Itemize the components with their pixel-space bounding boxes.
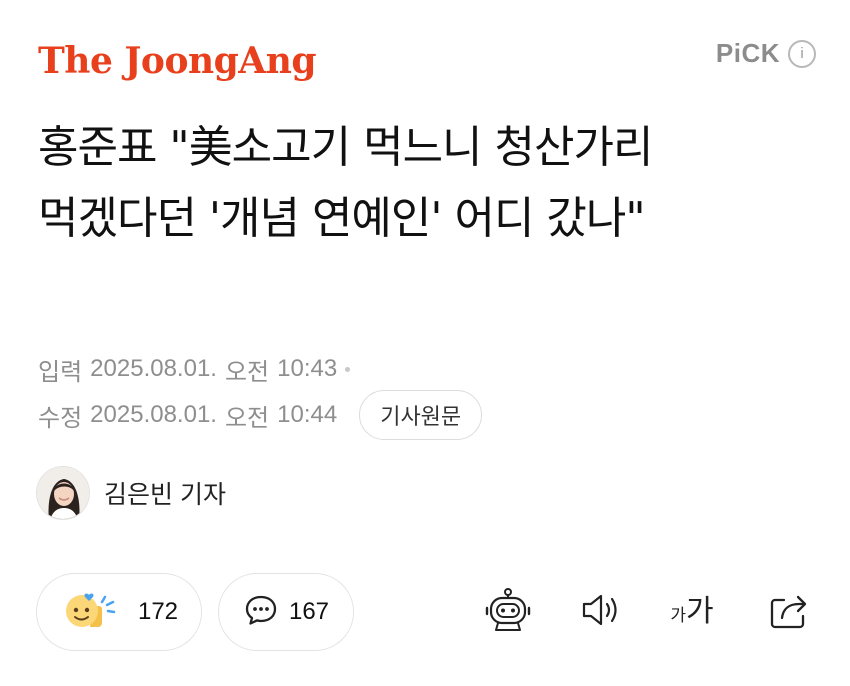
font-size-big-label: 가 — [686, 595, 714, 628]
reporter-name: 김은빈 기자 — [104, 481, 226, 509]
font-size-icon: 가가 — [670, 597, 713, 627]
avatar-image — [37, 467, 89, 519]
info-glyph: i — [800, 45, 804, 62]
input-date: 2025.08.01. — [90, 355, 217, 382]
joongang-logo[interactable]: The JoongAng — [38, 36, 317, 86]
input-ampm: 오전 — [224, 358, 270, 386]
comment-button[interactable]: 167 — [218, 573, 354, 651]
reporter-byline[interactable]: 김은빈 기자 — [36, 466, 226, 520]
comment-bubble-icon — [243, 592, 279, 632]
comment-count: 167 — [288, 598, 330, 625]
modified-date: 2025.08.01. — [90, 401, 217, 428]
speaker-icon — [579, 590, 623, 634]
article-title: 홍준표 "美소고기 먹느니 청산가리 먹겠다던 '개념 연예인' 어디 갔나" — [38, 122, 653, 244]
original-article-label: 기사원문 — [380, 404, 462, 429]
share-button[interactable] — [765, 588, 813, 636]
pick-badge[interactable]: PiCK i — [716, 38, 816, 69]
input-time: 10:43 — [277, 355, 338, 382]
modified-date-row: 수정 2025.08.01. 오전 10:44 기사원문 — [38, 390, 483, 440]
share-icon — [767, 588, 811, 636]
emoji-reaction-icon — [60, 589, 128, 635]
info-icon[interactable]: i — [788, 39, 816, 68]
modified-label: 수정 — [38, 404, 83, 432]
pick-label: PiCK — [715, 38, 780, 68]
robot-icon — [485, 587, 531, 637]
input-date-row: 입력 2025.08.01. 오전 10:43 — [38, 353, 351, 386]
font-size-small-label: 가 — [670, 606, 687, 625]
modified-time: 10:44 — [277, 401, 338, 428]
listen-button[interactable] — [577, 588, 625, 636]
separator-dot — [345, 366, 351, 372]
logo-text: The JoongAng — [38, 40, 317, 82]
modified-ampm: 오전 — [224, 404, 270, 432]
reaction-count: 172 — [137, 598, 179, 625]
original-article-button[interactable]: 기사원문 — [359, 390, 483, 440]
reaction-button[interactable]: 172 — [36, 573, 202, 651]
font-size-button[interactable]: 가가 — [664, 588, 720, 636]
reporter-avatar[interactable] — [36, 466, 90, 520]
ai-summary-button[interactable] — [484, 588, 532, 636]
input-label: 입력 — [38, 358, 83, 386]
